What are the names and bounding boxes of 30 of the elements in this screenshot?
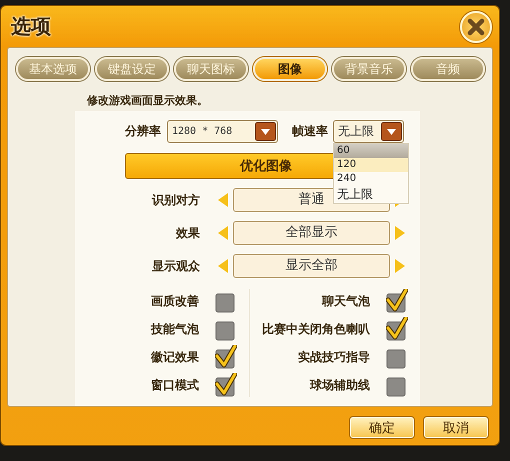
checkbox[interactable] (386, 289, 408, 313)
close-button[interactable] (460, 10, 492, 42)
tab[interactable]: 图像 (253, 57, 327, 81)
value-selector: 显示全部 (233, 254, 390, 278)
checkbox[interactable] (215, 373, 237, 397)
checkbox-label: 徽记效果 (151, 348, 199, 366)
setting-label: 显示观众 (151, 258, 200, 274)
dialog-button[interactable]: 取消 (423, 416, 489, 439)
window-title: 选项 (11, 13, 51, 40)
checkbox-label: 窗口模式 (151, 376, 199, 394)
checkbox-label: 球场辅助线 (310, 376, 370, 394)
description-text: 修改游戏画面显示效果。 (87, 93, 209, 108)
close-icon (466, 16, 486, 36)
setting-label: 效果 (174, 224, 200, 242)
dropdown-option[interactable]: 120 (334, 158, 408, 172)
checkbox-label: 比赛中关闭角色喇叭 (262, 320, 370, 338)
checkbox[interactable] (386, 317, 408, 341)
checkbox[interactable] (215, 345, 237, 369)
value-selector: 全部显示 (233, 221, 390, 245)
checkbox-label: 聊天气泡 (322, 292, 370, 310)
resolution-dropdown[interactable]: 1280 * 768 (167, 120, 278, 142)
frame-rate-dropdown[interactable]: 无上限 (333, 120, 404, 142)
dialog-button[interactable]: 确定 (349, 416, 415, 439)
field-label: 分辨率 (125, 122, 161, 140)
dropdown-option[interactable]: 60 (334, 144, 408, 158)
checkbox-label: 画质改善 (151, 292, 199, 310)
checkbox-label: 技能气泡 (151, 320, 199, 338)
checkbox-label: 实战技巧指导 (298, 348, 370, 366)
setting-label: 识别对方 (150, 192, 200, 208)
field-label: 帧速率 (292, 122, 328, 140)
